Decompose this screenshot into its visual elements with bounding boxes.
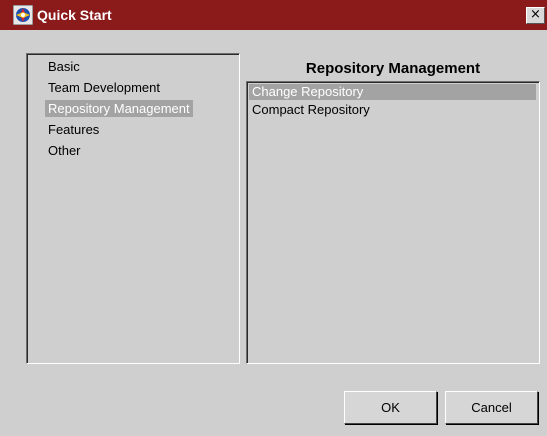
app-icon bbox=[12, 4, 34, 26]
category-item-repository-management[interactable]: Repository Management bbox=[45, 100, 193, 117]
section-heading: Repository Management bbox=[305, 60, 481, 77]
title-bar[interactable]: Quick Start × bbox=[0, 0, 547, 30]
task-item-change-repository[interactable]: Change Repository bbox=[249, 84, 536, 100]
category-item-team-development[interactable]: Team Development bbox=[45, 79, 163, 96]
task-item-compact-repository[interactable]: Compact Repository bbox=[249, 102, 536, 118]
category-item-other[interactable]: Other bbox=[45, 142, 84, 159]
task-list[interactable]: Change Repository Compact Repository bbox=[246, 81, 540, 364]
quick-start-dialog: Quick Start × Basic Team Development Rep… bbox=[0, 0, 547, 436]
cancel-button[interactable]: Cancel bbox=[445, 391, 538, 424]
ok-button[interactable]: OK bbox=[344, 391, 437, 424]
close-icon[interactable]: × bbox=[526, 7, 545, 24]
category-list[interactable]: Basic Team Development Repository Manage… bbox=[26, 53, 240, 364]
category-item-basic[interactable]: Basic bbox=[45, 58, 83, 75]
category-item-features[interactable]: Features bbox=[45, 121, 102, 138]
window-title: Quick Start bbox=[37, 7, 112, 23]
